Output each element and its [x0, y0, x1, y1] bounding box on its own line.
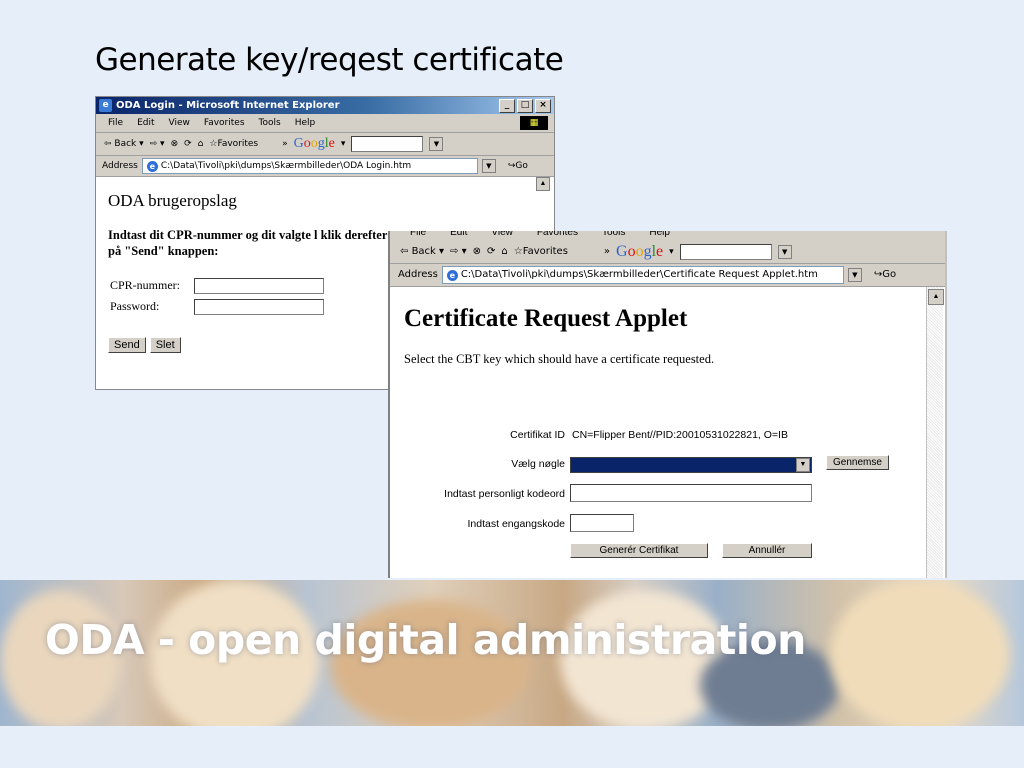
address-bar: Address e C:\Data\Tivoli\pki\dumps\Skærm…: [96, 156, 554, 177]
maximize-button[interactable]: □: [517, 99, 533, 113]
address-input[interactable]: e C:\Data\Tivoli\pki\dumps\Skærmbilleder…: [441, 266, 844, 284]
menu-edit[interactable]: Edit: [137, 114, 154, 132]
windows-logo-icon: ▦: [520, 116, 548, 130]
cancel-button[interactable]: Annullér: [722, 543, 812, 558]
toolbar-more[interactable]: »: [282, 133, 288, 155]
applet-heading: Certificate Request Applet: [404, 305, 688, 332]
google-logo: Google: [616, 243, 664, 260]
window-title: ODA Login - Microsoft Internet Explorer: [116, 100, 340, 111]
address-label: Address: [398, 269, 438, 280]
cert-id-value: CN=Flipper Bent//PID:20010531022821, O=I…: [572, 429, 788, 441]
menu-bar: File Edit View Favorites Tools Help ▦: [96, 114, 554, 133]
minimize-button[interactable]: _: [499, 99, 515, 113]
menu-view[interactable]: View: [491, 231, 513, 241]
one-time-code-label: Indtast engangskode: [467, 518, 566, 530]
one-time-code-input[interactable]: [570, 514, 634, 532]
menu-file[interactable]: File: [108, 114, 123, 132]
menu-tools[interactable]: Tools: [602, 231, 625, 241]
google-search-input[interactable]: [679, 244, 772, 260]
choose-key-label: Vælg nøgle: [511, 458, 565, 470]
menu-bar: File Edit View Favorites Tools Help: [390, 231, 945, 241]
back-button[interactable]: ⇦ Back ▾: [104, 133, 144, 155]
go-button[interactable]: ↪Go: [874, 265, 896, 285]
ie-icon: e: [99, 99, 112, 112]
favorites-button[interactable]: ☆Favorites: [514, 241, 568, 263]
stop-icon[interactable]: ⊗: [171, 133, 179, 155]
address-dropdown[interactable]: ▼: [847, 268, 862, 282]
google-logo: Google: [293, 136, 335, 151]
send-button[interactable]: Send: [108, 337, 146, 353]
forward-arrow-icon[interactable]: ⇨ ▾: [450, 241, 467, 263]
chevron-down-icon[interactable]: ▼: [429, 137, 444, 151]
address-label: Address: [102, 161, 138, 171]
menu-edit[interactable]: Edit: [450, 231, 467, 241]
vertical-scrollbar[interactable]: ▲: [926, 287, 944, 578]
slide-title: Generate key/reqest certificate: [95, 42, 564, 78]
menu-help[interactable]: Help: [649, 231, 670, 241]
close-button[interactable]: ×: [535, 99, 551, 113]
password-input[interactable]: [194, 298, 324, 315]
home-icon[interactable]: ⌂: [198, 133, 204, 155]
toolbar: ⇦ Back ▾ ⇨ ▾ ⊗ ⟳ ⌂ ☆Favorites » Google ▾…: [390, 241, 945, 264]
applet-subtitle: Select the CBT key which should have a c…: [404, 352, 715, 366]
clear-button[interactable]: Slet: [149, 337, 181, 353]
cpr-input[interactable]: [194, 277, 324, 294]
scroll-up-icon[interactable]: ▲: [536, 177, 550, 191]
home-icon[interactable]: ⌂: [501, 241, 507, 263]
page-heading: ODA brugeropslag: [108, 191, 237, 210]
personal-code-label: Indtast personligt kodeord: [444, 488, 565, 500]
cpr-label: CPR-nummer:: [110, 278, 181, 292]
address-bar: Address e C:\Data\Tivoli\pki\dumps\Skærm…: [390, 264, 945, 287]
toolbar-more[interactable]: »: [604, 241, 610, 263]
address-input[interactable]: e C:\Data\Tivoli\pki\dumps\Skærmbilleder…: [141, 158, 478, 174]
menu-help[interactable]: Help: [295, 114, 316, 132]
password-label: Password:: [110, 299, 160, 313]
menu-view[interactable]: View: [169, 114, 190, 132]
certificate-applet-window: File Edit View Favorites Tools Help ⇦ Ba…: [388, 231, 947, 578]
cert-id-label: Certifikat ID: [510, 429, 565, 441]
menu-file[interactable]: File: [410, 231, 426, 241]
page-icon: e: [146, 160, 158, 172]
go-button[interactable]: ↪Go: [508, 156, 528, 176]
browse-button[interactable]: Gennemse: [826, 455, 889, 470]
menu-favorites[interactable]: Favorites: [204, 114, 245, 132]
generate-certificate-button[interactable]: Generér Certifikat: [570, 543, 708, 558]
google-search-input[interactable]: [351, 136, 424, 152]
refresh-icon[interactable]: ⟳: [184, 133, 192, 155]
chevron-down-icon[interactable]: ▼: [777, 245, 792, 259]
applet-area: Certificate Request Applet Select the CB…: [390, 287, 945, 578]
toolbar: ⇦ Back ▾ ⇨ ▾ ⊗ ⟳ ⌂ ☆Favorites » Google ▾…: [96, 133, 554, 156]
key-select[interactable]: ▼: [570, 457, 812, 473]
scroll-up-icon[interactable]: ▲: [928, 289, 944, 305]
personal-code-input[interactable]: [570, 484, 812, 502]
window-titlebar[interactable]: e ODA Login - Microsoft Internet Explore…: [96, 97, 554, 114]
forward-arrow-icon[interactable]: ⇨ ▾: [150, 133, 165, 155]
stop-icon[interactable]: ⊗: [473, 241, 481, 263]
address-dropdown[interactable]: ▼: [481, 159, 496, 173]
refresh-icon[interactable]: ⟳: [487, 241, 495, 263]
photo-banner: ODA - open digital administration: [0, 580, 1024, 726]
favorites-button[interactable]: ☆Favorites: [209, 133, 258, 155]
instruction-text: Indtast dit CPR-nummer og dit valgte l k…: [108, 228, 388, 258]
page-icon: e: [446, 269, 458, 281]
menu-favorites[interactable]: Favorites: [537, 231, 578, 241]
chevron-down-icon[interactable]: ▼: [796, 458, 810, 472]
menu-tools[interactable]: Tools: [259, 114, 281, 132]
banner-title: ODA - open digital administration: [45, 616, 806, 664]
back-button[interactable]: ⇦ Back ▾: [400, 241, 444, 263]
